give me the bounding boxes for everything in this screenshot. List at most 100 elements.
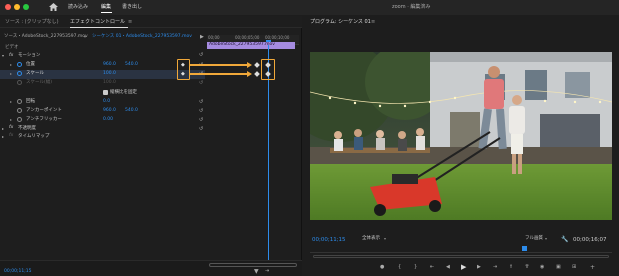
annotation-arrow-head xyxy=(247,62,252,68)
play-only-icon[interactable]: ▶ xyxy=(200,35,204,40)
anchor-y-value[interactable]: 540.0 xyxy=(125,108,138,114)
transport-controls: ● { } ⇤ ◀ ▶ ▶ ⇥ ⇑ ⇈ ◉ ▣ ⊞ + xyxy=(378,262,618,274)
scale-width-value: 100.0 xyxy=(103,80,116,85)
antiflicker-label: アンチフリッカー xyxy=(26,117,62,122)
close-window-button[interactable] xyxy=(5,4,11,10)
export-frame-icon[interactable]: ⇥ xyxy=(265,269,269,274)
expand-position-icon[interactable]: ▸ xyxy=(10,63,12,67)
fx-icon[interactable]: fx xyxy=(9,125,13,131)
clip-bar[interactable]: AdobeStock_227953597.mov xyxy=(207,42,295,49)
stopwatch-icon[interactable] xyxy=(17,71,22,76)
expand-opacity-icon[interactable]: ▸ xyxy=(2,127,4,131)
master-clip-selector[interactable]: ソース・AdobeStock_227953597.mov xyxy=(4,34,88,40)
step-forward-icon[interactable]: ▶ xyxy=(477,265,481,270)
video-frame[interactable] xyxy=(310,52,612,220)
expand-time-remap-icon[interactable]: ▸ xyxy=(2,135,4,139)
wrench-icon[interactable]: 🔧 xyxy=(561,237,568,243)
nav-edit[interactable]: 編集 xyxy=(101,5,111,10)
annotation-arrow xyxy=(190,73,248,75)
ruler-tick-0: 00;00 xyxy=(208,35,220,40)
antiflicker-value[interactable]: 0.00 xyxy=(103,117,113,123)
current-timecode[interactable]: 00;00;11;15 xyxy=(4,269,31,275)
sequence-clip-label[interactable]: シーケンス 01・AdobeStock_227953597.mov xyxy=(92,34,192,40)
reset-rotation-icon[interactable]: ↺ xyxy=(199,100,203,105)
reset-anchor-icon[interactable]: ↺ xyxy=(199,109,203,114)
tab-effect-controls[interactable]: エフェクトコントロール xyxy=(70,20,125,25)
program-current-time[interactable]: 00;00;11;15 xyxy=(312,237,346,244)
scale-width-label: スケール(幅) xyxy=(26,80,53,85)
add-keyframe-scale-icon[interactable]: ◆ xyxy=(181,72,185,77)
keyframe-diamond[interactable] xyxy=(254,71,260,77)
effect-controls-footer: 00;00;11;15 ▼ ⇥ xyxy=(0,260,302,276)
effect-controls-panel: ソース : (クリップなし) エフェクトコントロール ≡ ソース・AdobeSt… xyxy=(0,16,302,276)
maximize-window-button[interactable] xyxy=(23,4,29,10)
keyframe-diamond[interactable] xyxy=(254,62,260,68)
stopwatch-icon[interactable] xyxy=(17,99,22,104)
mark-in-icon[interactable]: { xyxy=(398,265,401,270)
anchor-x-value[interactable]: 960.0 xyxy=(103,108,116,114)
program-scroll-bar[interactable] xyxy=(313,255,609,258)
camera-icon[interactable]: ◉ xyxy=(540,265,544,270)
reset-opacity-icon[interactable]: ↺ xyxy=(199,127,203,132)
property-row-rotation: ▸ 回転 0.0 xyxy=(0,98,205,107)
program-monitor-title: プログラム: シーケンス 01 xyxy=(310,19,371,25)
fx-icon[interactable]: fx xyxy=(9,53,13,59)
scale-value[interactable]: 100.0 xyxy=(103,71,116,77)
reset-motion-icon[interactable]: ↺ xyxy=(199,53,203,58)
lift-icon[interactable]: ⇑ xyxy=(509,265,513,270)
annotation-arrow xyxy=(190,64,248,66)
property-row-anchor: アンカーポイント 960.0 540.0 xyxy=(0,107,205,116)
program-scrubber[interactable] xyxy=(310,246,612,253)
top-bar: 読み込み 編集 書き出し zoom · 編集済み xyxy=(0,0,619,15)
minimize-window-button[interactable] xyxy=(14,4,20,10)
rotation-value[interactable]: 0.0 xyxy=(103,99,110,105)
section-video: ビデオ xyxy=(5,45,19,50)
expand-antiflicker-icon[interactable]: ▸ xyxy=(10,118,12,122)
stopwatch-icon[interactable] xyxy=(17,108,22,113)
position-x-value[interactable]: 960.0 xyxy=(103,62,116,68)
step-back-icon[interactable]: ◀ xyxy=(446,265,450,270)
extract-icon[interactable]: ⇈ xyxy=(525,265,529,270)
quality-dropdown[interactable]: フル画質 ▾ xyxy=(523,235,553,244)
fx-icon[interactable]: fx xyxy=(9,133,13,139)
add-marker-icon[interactable]: ● xyxy=(380,265,384,270)
go-to-in-icon[interactable]: ⇤ xyxy=(430,265,434,270)
home-icon[interactable] xyxy=(48,2,58,12)
multi-camera-icon[interactable]: ⊞ xyxy=(572,265,576,270)
scrubber-playhead[interactable] xyxy=(522,246,527,251)
go-to-out-icon[interactable]: ⇥ xyxy=(493,265,497,270)
nav-import[interactable]: 読み込み xyxy=(68,5,88,10)
nav-export[interactable]: 書き出し xyxy=(122,5,142,10)
panel-menu-icon[interactable]: ≡ xyxy=(128,20,132,25)
program-menu-icon[interactable]: ≡ xyxy=(371,20,375,25)
motion-row[interactable]: ▾ fx モーション xyxy=(0,53,205,61)
add-button-icon[interactable]: + xyxy=(590,265,595,271)
opacity-row[interactable]: ▸ fx 不透明度 xyxy=(0,125,205,133)
expand-rotation-icon[interactable]: ▸ xyxy=(10,100,12,104)
timeline-scroll-bar[interactable] xyxy=(209,263,297,267)
expand-motion-icon[interactable]: ▾ xyxy=(2,54,4,58)
chevron-down-icon: ▾ xyxy=(545,236,548,241)
reset-scale-width-icon[interactable]: ↺ xyxy=(199,81,203,86)
comparison-view-icon[interactable]: ▣ xyxy=(556,265,561,270)
fit-dropdown[interactable]: 全体表示 ▾ xyxy=(360,235,394,244)
uniform-scale-row: 縦横比を固定 xyxy=(0,89,205,98)
reset-antiflicker-icon[interactable]: ↺ xyxy=(199,118,203,123)
add-keyframe-position-icon[interactable]: ◆ xyxy=(181,63,185,68)
position-y-value[interactable]: 540.0 xyxy=(125,62,138,68)
play-icon[interactable]: ▶ xyxy=(461,264,466,271)
stopwatch-icon[interactable] xyxy=(17,117,22,122)
mark-out-icon[interactable]: } xyxy=(414,265,417,270)
chevron-down-icon[interactable]: ▾ xyxy=(84,35,86,39)
motion-label: モーション xyxy=(18,53,41,58)
clip-breadcrumb: ソース・AdobeStock_227953597.mov ▾ シーケンス 01・… xyxy=(0,34,205,42)
filter-icon[interactable]: ▼ xyxy=(254,269,259,275)
panel-tabs: ソース : (クリップなし) エフェクトコントロール ≡ xyxy=(0,16,302,28)
time-remap-label: タイムリマップ xyxy=(18,134,50,139)
tab-source[interactable]: ソース : (クリップなし) xyxy=(5,20,59,25)
stopwatch-icon[interactable] xyxy=(17,62,22,67)
time-remap-row[interactable]: ▸ fx タイムリマップ xyxy=(0,133,205,141)
annotation-arrow-head xyxy=(247,71,252,77)
expand-scale-icon[interactable]: ▸ xyxy=(10,72,12,76)
uniform-scale-checkbox[interactable] xyxy=(103,90,108,95)
